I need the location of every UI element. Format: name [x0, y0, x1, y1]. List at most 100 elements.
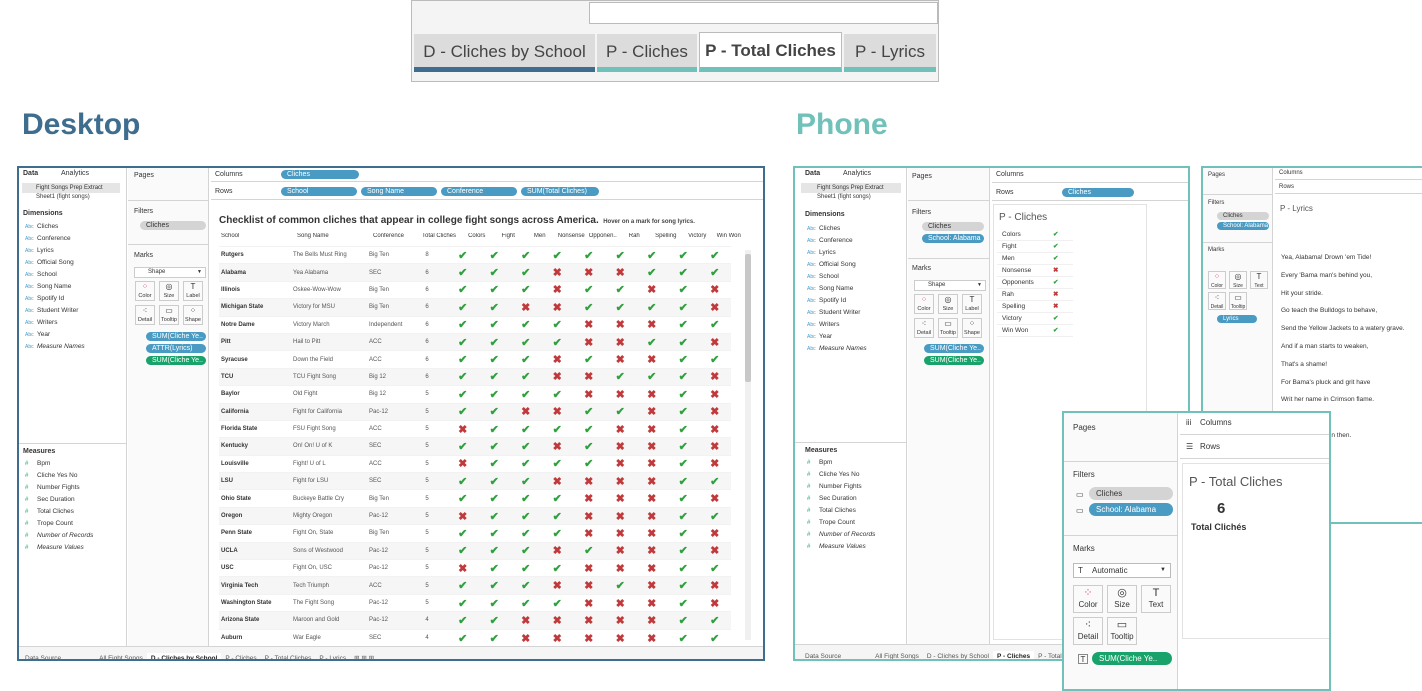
cross-icon[interactable]: ✖ [604, 419, 636, 438]
cross-icon[interactable]: ✖ [447, 506, 479, 525]
mark-pill-sum-cliche-2[interactable]: SUM(Cliche Ye.. [924, 356, 984, 365]
check-icon[interactable]: ✔ [604, 280, 636, 299]
dimension-field[interactable]: Abc Year [807, 331, 867, 343]
check-icon[interactable]: ✔ [447, 385, 479, 404]
sheet-tab-p-cliches[interactable]: P - Cliches [221, 653, 260, 659]
check-icon[interactable]: ✔ [699, 263, 731, 282]
check-icon[interactable]: ✔ [510, 506, 542, 525]
check-icon[interactable]: ✔ [541, 454, 573, 473]
cross-icon[interactable]: ✖ [510, 402, 542, 421]
cross-icon[interactable]: ✖ [636, 454, 668, 473]
check-icon[interactable]: ✔ [667, 245, 699, 264]
check-icon[interactable]: ✔ [573, 419, 605, 438]
cross-icon[interactable]: ✖ [636, 385, 668, 404]
cross-icon[interactable]: ✖ [699, 280, 731, 299]
check-icon[interactable]: ✔ [636, 298, 668, 317]
cross-icon[interactable]: ✖ [636, 611, 668, 630]
cross-icon[interactable]: ✖ [699, 402, 731, 421]
table-row[interactable]: Alabama Yea Alabama SEC 6 ✔ ✔ ✔ ✖ ✖ ✖ ✔ ✔ ✔ [219, 263, 731, 282]
check-icon[interactable]: ✔ [478, 367, 510, 386]
table-row[interactable]: Oregon Mighty Oregon Pac-12 5 ✖ ✔ ✔ ✔ ✖ ✖ ✖ ✔ ✔ [219, 506, 731, 525]
check-icon[interactable]: ✔ [447, 472, 479, 490]
color-button[interactable]: ⁘ Color [1208, 271, 1226, 289]
check-icon[interactable]: ✔ [667, 350, 699, 369]
cross-icon[interactable]: ✖ [699, 385, 731, 404]
cliche-row[interactable]: Win Won ✔ [997, 325, 1073, 337]
column-header[interactable]: Song Name [297, 233, 373, 239]
cross-icon[interactable]: ✖ [699, 593, 731, 612]
measure-field[interactable]: # Total Cliches [25, 506, 93, 518]
table-row[interactable]: Penn State Fight On, State Big Ten 5 ✔ ✔ ✔ ✔ ✖ ✖ ✖… [219, 524, 731, 543]
datasource-extract[interactable]: Fight Songs Prep Extract [22, 183, 120, 193]
check-icon[interactable]: ✔ [478, 402, 510, 421]
cross-icon[interactable]: ✖ [573, 489, 605, 508]
check-icon[interactable]: ✔ [478, 524, 510, 543]
check-icon[interactable]: ✔ [478, 489, 510, 508]
cross-icon[interactable]: ✖ [541, 628, 573, 644]
sheet-tab-d-cliches-by-school[interactable]: D - Cliches by School [923, 651, 993, 659]
cross-icon[interactable]: ✖ [541, 298, 573, 317]
sheet-tab-p-total-cliches[interactable]: P - Total Cliches [261, 653, 316, 659]
table-row[interactable]: Louisville Fight! U of L ACC 5 ✖ ✔ ✔ ✔ ✔ ✖ ✖ ✔ ✖ [219, 454, 731, 473]
check-icon[interactable]: ✔ [510, 350, 542, 369]
check-icon[interactable]: ✔ [699, 350, 731, 369]
cross-icon[interactable]: ✖ [541, 576, 573, 595]
check-icon[interactable]: ✔ [478, 628, 510, 644]
check-icon[interactable]: ✔ [510, 332, 542, 351]
cross-icon[interactable]: ✖ [573, 472, 605, 490]
column-header[interactable]: Colors [461, 233, 493, 239]
check-icon[interactable]: ✔ [667, 628, 699, 644]
check-icon[interactable]: ✔ [447, 245, 479, 264]
check-icon[interactable]: ✔ [478, 576, 510, 595]
check-icon[interactable]: ✔ [667, 367, 699, 386]
dimension-field[interactable]: Abc School [25, 269, 85, 281]
cross-icon[interactable]: ✖ [573, 385, 605, 404]
table-row[interactable]: Syracuse Down the Field ACC 6 ✔ ✔ ✔ ✖ ✔ ✖ ✖ ✔ ✔ [219, 350, 731, 369]
check-icon[interactable]: ✔ [447, 541, 479, 560]
mark-pill-attr-lyrics[interactable]: ATTR(Lyrics) [146, 344, 206, 353]
mark-pill-sum-cliche[interactable]: SUM(Cliche Ye.. [146, 332, 206, 341]
table-row[interactable]: California Fight for California Pac-12 5 ✔ ✔ ✖… [219, 402, 731, 421]
column-header[interactable]: Spelling [650, 233, 682, 239]
check-icon[interactable]: ✔ [573, 245, 605, 264]
dimension-field[interactable]: Abc Spotify Id [25, 293, 85, 305]
check-icon[interactable]: ✔ [604, 245, 636, 264]
dimension-field[interactable]: Abc Cliches [25, 221, 85, 233]
table-row[interactable]: Illinois Oskee-Wow-Wow Big Ten 6 ✔ ✔ ✔ ✖ ✔ ✔ ✖ ✔ ✖ [219, 280, 731, 299]
check-icon[interactable]: ✔ [478, 298, 510, 317]
check-icon[interactable]: ✔ [667, 385, 699, 404]
cross-icon[interactable]: ✖ [541, 402, 573, 421]
check-icon[interactable]: ✔ [636, 332, 668, 351]
size-button[interactable]: ◎ Size [1107, 585, 1137, 613]
check-icon[interactable]: ✔ [541, 245, 573, 264]
cross-icon[interactable]: ✖ [604, 454, 636, 473]
measure-field[interactable]: # Number Fights [25, 482, 93, 494]
check-icon[interactable]: ✔ [573, 541, 605, 560]
column-header[interactable]: Victory [682, 233, 714, 239]
check-icon[interactable]: ✔ [447, 576, 479, 595]
measure-field[interactable]: # Trope Count [807, 517, 875, 529]
check-icon[interactable]: ✔ [478, 315, 510, 334]
check-icon[interactable]: ✔ [699, 245, 731, 264]
cross-icon[interactable]: ✖ [699, 454, 731, 473]
table-row[interactable]: Rutgers The Bells Must Ring Big Ten 8 ✔ ✔ ✔ ✔ ✔ ✔… [219, 245, 731, 264]
cross-icon[interactable]: ✖ [699, 437, 731, 456]
dimension-field[interactable]: Abc Conference [807, 235, 867, 247]
cross-icon[interactable]: ✖ [541, 280, 573, 299]
tooltip-button[interactable]: ▭ Tooltip [1229, 292, 1247, 310]
cross-icon[interactable]: ✖ [510, 628, 542, 644]
tab-p-lyrics[interactable]: P - Lyrics [844, 34, 936, 72]
cross-icon[interactable]: ✖ [604, 506, 636, 525]
cross-icon[interactable]: ✖ [699, 541, 731, 560]
cross-icon[interactable]: ✖ [604, 559, 636, 577]
check-icon[interactable]: ✔ [541, 524, 573, 543]
check-icon[interactable]: ✔ [541, 315, 573, 334]
cross-icon[interactable]: ✖ [636, 472, 668, 490]
cliche-row[interactable]: Fight ✔ [997, 241, 1073, 253]
cross-icon[interactable]: ✖ [573, 628, 605, 644]
dimension-field[interactable]: Abc Student Writer [807, 307, 867, 319]
vertical-scrollbar[interactable] [745, 250, 751, 640]
check-icon[interactable]: ✔ [541, 559, 573, 577]
cross-icon[interactable]: ✖ [604, 385, 636, 404]
detail-button[interactable]: ⁖ Detail [1208, 292, 1226, 310]
